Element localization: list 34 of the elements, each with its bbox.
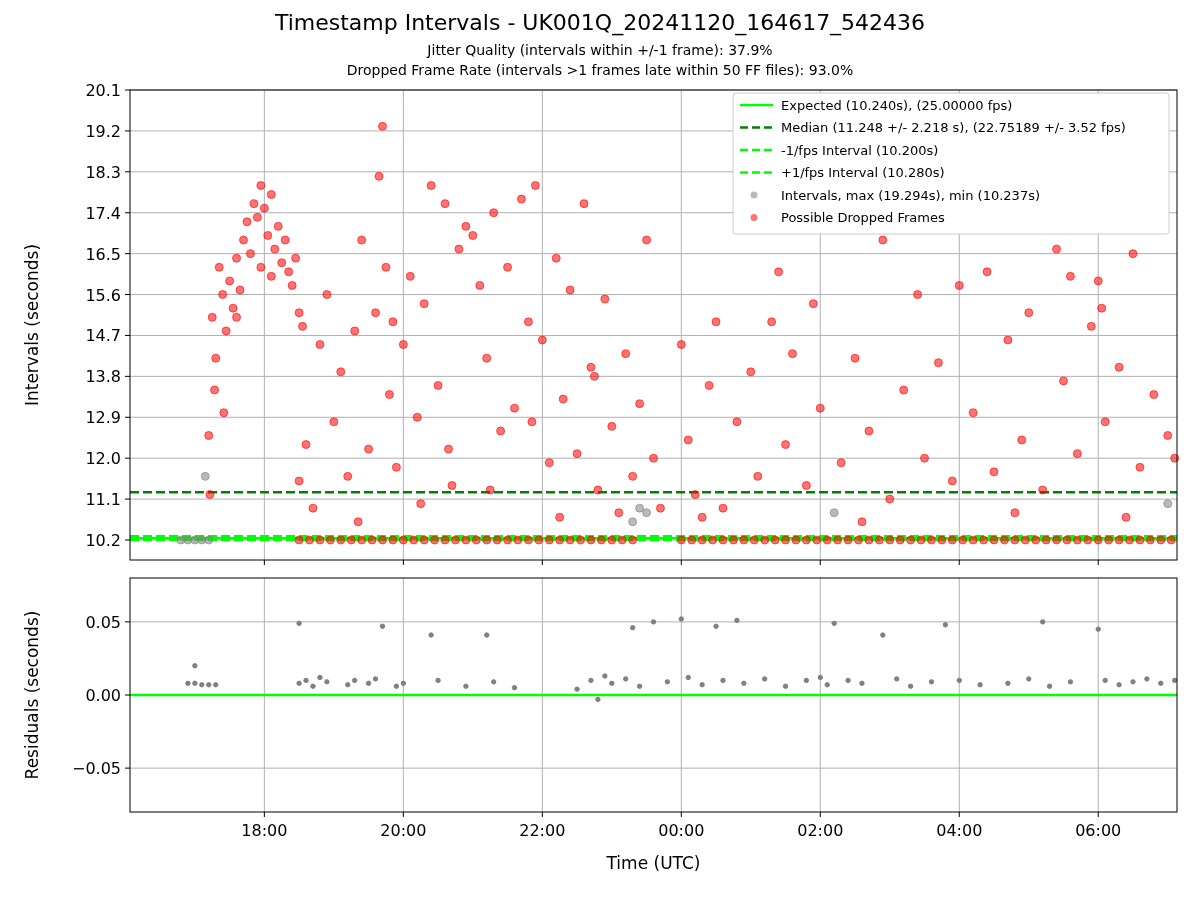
legend-label: Median (11.248 +/- 2.218 s), (22.75189 +/- 3.52 fps) (781, 120, 1126, 135)
y-tick-label: 15.6 (85, 285, 121, 305)
y-tick-label: 10.2 (85, 531, 121, 550)
y-axis-label: Residuals (seconds) (22, 610, 42, 780)
x-tick-label: 06:00 (1075, 821, 1122, 840)
y-tick-label: 13.8 (85, 367, 121, 387)
x-tick-label: 22:00 (519, 821, 566, 840)
chart-title: Timestamp Intervals - UK001Q_20241120_164617_542436 (274, 9, 926, 38)
x-tick-label: 02:00 (797, 821, 844, 840)
y-tick-label: 0.00 (85, 686, 121, 705)
y-tick-label: −0.05 (71, 759, 121, 779)
y-tick-label: 17.4 (85, 203, 121, 223)
chart-subtitle: Dropped Frame Rate (intervals >1 frames late within 50 FF files): 93.0% (346, 61, 854, 80)
x-tick-label: 20:00 (380, 821, 427, 840)
y-tick-label: 12.9 (85, 408, 121, 428)
chart-subtitle: Jitter Quality (intervals within +/-1 frame): 37.9% (427, 41, 773, 60)
y-tick-label: 11.1 (85, 490, 121, 510)
x-tick-label: 00:00 (658, 821, 705, 840)
legend-label: Intervals, max (19.294s), min (10.237s) (781, 187, 1040, 203)
y-tick-label: 18.3 (85, 162, 121, 182)
legend-label: -1/fps Interval (10.200s) (781, 142, 939, 158)
y-tick-label: 19.2 (85, 121, 121, 141)
legend-label: +1/fps Interval (10.280s) (781, 165, 945, 180)
legend-label: Expected (10.240s), (25.00000 fps) (781, 97, 1013, 113)
y-tick-label: 20.1 (85, 81, 121, 100)
y-tick-label: 12.0 (85, 449, 121, 469)
y-tick-label: 0.05 (85, 612, 121, 632)
y-tick-label: 16.5 (85, 244, 121, 264)
x-tick-label: 04:00 (936, 821, 983, 840)
y-tick-label: 14.7 (85, 326, 121, 346)
x-tick-label: 18:00 (241, 821, 288, 840)
legend-label: Possible Dropped Frames (781, 210, 945, 225)
x-axis-label: Time (UTC) (606, 853, 701, 873)
y-axis-label: Intervals (seconds) (22, 243, 42, 407)
